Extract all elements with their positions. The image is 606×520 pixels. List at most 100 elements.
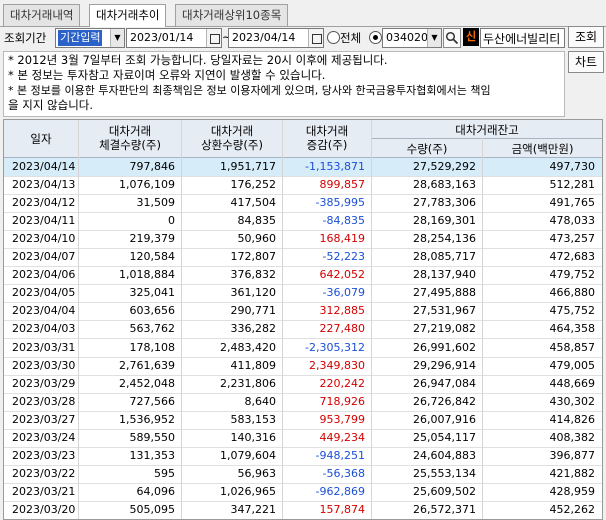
cell-change: -84,835 xyxy=(322,214,365,228)
chart-button[interactable]: 차트 xyxy=(568,51,604,73)
cell-executed: 727,566 xyxy=(129,394,176,408)
col-header-change: 대차거래 증감(주) xyxy=(283,124,371,152)
table-row[interactable]: 2023/04/07 120,584 172,807 -52,223 28,085,71… xyxy=(4,248,602,268)
cell-executed: 219,379 xyxy=(129,232,176,246)
table-row[interactable]: 2023/03/29 2,452,048 2,231,806 220,242 26,94… xyxy=(4,375,602,394)
stock-code-value: 034020 xyxy=(386,31,428,44)
cell-balance-qty: 24,604,883 xyxy=(413,448,476,462)
radio-all-label: 전체 xyxy=(340,31,362,45)
cell-change: 220,242 xyxy=(319,376,366,390)
col-divider xyxy=(181,120,182,519)
cell-balance-qty: 27,531,967 xyxy=(413,304,476,318)
chevron-down-icon[interactable]: ▼ xyxy=(427,29,441,47)
date-to-value: 2023/04/14 xyxy=(232,31,296,44)
table-row[interactable]: 2023/03/22 595 56,963 -56,368 25,553,134 421,… xyxy=(4,465,602,484)
table-row[interactable]: 2023/04/11 0 84,835 -84,835 28,169,301 478,03… xyxy=(4,212,602,232)
table-row[interactable]: 2023/03/27 1,536,952 583,153 953,799 26,007,… xyxy=(4,411,602,430)
cell-change: 157,874 xyxy=(319,502,366,516)
col-header-repaid-line1: 대차거래 xyxy=(210,124,254,138)
table-row[interactable]: 2023/03/31 178,108 2,483,420 -2,305,312 26,9… xyxy=(4,339,602,358)
cell-date: 2023/03/29 xyxy=(12,376,76,390)
cell-repaid: 336,282 xyxy=(230,322,277,336)
radio-stock[interactable] xyxy=(369,31,382,44)
table-row[interactable]: 2023/03/28 727,566 8,640 718,926 26,726,842 4… xyxy=(4,393,602,412)
table-row[interactable]: 2023/03/30 2,761,639 411,809 2,349,830 29,29… xyxy=(4,357,602,376)
col-header-date: 일자 xyxy=(30,132,52,146)
table-row[interactable]: 2023/03/24 589,550 140,316 449,234 25,054,11… xyxy=(4,429,602,448)
cell-balance-qty: 26,572,371 xyxy=(413,502,476,516)
table-row[interactable]: 2023/04/13 1,076,109 176,252 899,857 28,683,… xyxy=(4,176,602,196)
cell-executed: 325,041 xyxy=(129,286,176,300)
cell-repaid: 411,809 xyxy=(230,358,277,372)
col-header-change-line1: 대차거래 xyxy=(305,124,349,138)
cell-balance-qty: 28,085,717 xyxy=(413,250,476,264)
radio-all[interactable] xyxy=(327,31,340,44)
table-row[interactable]: 2023/03/21 64,096 1,026,965 -962,869 25,609,… xyxy=(4,483,602,502)
cell-change: 2,349,830 xyxy=(309,358,365,372)
cell-balance-qty: 29,296,914 xyxy=(413,358,476,372)
cell-date: 2023/03/23 xyxy=(12,448,76,462)
cell-balance-qty: 28,683,163 xyxy=(413,178,476,192)
date-to-field[interactable]: 2023/04/14 xyxy=(228,28,324,48)
cell-executed: 1,018,884 xyxy=(119,268,175,282)
cell-executed: 64,096 xyxy=(136,484,176,498)
table-row[interactable]: 2023/04/12 31,509 417,504 -385,995 27,783,30… xyxy=(4,194,602,214)
cell-executed: 563,762 xyxy=(129,322,176,336)
cell-date: 2023/04/03 xyxy=(12,322,76,336)
table-row[interactable]: 2023/04/10 219,379 50,960 168,419 28,254,136… xyxy=(4,230,602,250)
cell-change: -1,153,871 xyxy=(305,160,365,173)
cell-date: 2023/03/28 xyxy=(12,394,76,408)
table-header: 일자 대차거래 체결수량(주) 대차거래 상환수량(주) 대차거래 증감(주) … xyxy=(4,120,602,158)
search-button[interactable]: 조회 xyxy=(568,26,604,48)
cell-change: -948,251 xyxy=(315,448,365,462)
cell-repaid: 347,221 xyxy=(230,502,277,516)
cell-change: -2,305,312 xyxy=(305,340,365,354)
cell-date: 2023/03/31 xyxy=(12,340,76,354)
date-from-field[interactable]: 2023/01/14 xyxy=(126,28,222,48)
table-row[interactable]: 2023/03/20 505,095 347,221 157,874 26,572,37… xyxy=(4,501,602,519)
col-header-executed: 대차거래 체결수량(주) xyxy=(79,124,181,152)
col-divider xyxy=(482,138,483,519)
period-mode-select[interactable]: 기간입력 ▼ xyxy=(55,28,125,48)
cell-balance-amt: 479,752 xyxy=(549,268,596,282)
col-header-change-line2: 증감(주) xyxy=(306,138,348,152)
tab-lending-top10[interactable]: 대차거래상위10종목 xyxy=(175,4,289,26)
stock-code-select[interactable]: 034020 ▼ xyxy=(382,28,442,48)
table-row[interactable]: 2023/04/05 325,041 361,120 -36,079 27,495,88… xyxy=(4,284,602,304)
table-row[interactable]: 2023/04/04 603,656 290,771 312,885 27,531,96… xyxy=(4,302,602,322)
col-header-executed-line1: 대차거래 xyxy=(108,124,152,138)
cell-repaid: 1,951,717 xyxy=(220,160,276,173)
cell-balance-qty: 25,553,134 xyxy=(413,466,476,480)
cell-balance-amt: 479,005 xyxy=(549,358,596,372)
cell-change: -56,368 xyxy=(322,466,365,480)
period-label: 조회기간 xyxy=(4,31,47,45)
table-row[interactable]: 2023/04/03 563,762 336,282 227,480 27,219,08… xyxy=(4,320,602,340)
stock-search-button[interactable] xyxy=(443,28,461,48)
cell-change: 168,419 xyxy=(319,232,366,246)
cell-balance-qty: 26,007,916 xyxy=(413,412,476,426)
stock-name-field[interactable]: 두산에너빌리티 xyxy=(480,28,565,48)
cell-change: -52,223 xyxy=(322,250,365,264)
table-row[interactable]: 2023/03/23 131,353 1,079,604 -948,251 24,604… xyxy=(4,447,602,466)
notice-line: * 본 정보를 이용한 투자판단의 최종책임은 정보 이용자에게 있으며, 당사… xyxy=(8,84,491,97)
tab-lending-history[interactable]: 대차거래내역 xyxy=(3,4,81,26)
cell-balance-amt: 428,959 xyxy=(549,484,596,498)
chevron-down-icon[interactable]: ▼ xyxy=(110,29,124,47)
table-row[interactable]: 2023/04/14 797,846 1,951,717 -1,153,871 27,5… xyxy=(4,158,602,177)
cell-balance-amt: 464,358 xyxy=(549,322,596,336)
cell-balance-amt: 408,382 xyxy=(549,430,596,444)
tab-lending-trend[interactable]: 대차거래추이 xyxy=(89,4,167,27)
calendar-icon[interactable] xyxy=(206,29,221,47)
cell-balance-amt: 472,683 xyxy=(549,250,596,264)
calendar-icon[interactable] xyxy=(308,29,323,47)
header-divider xyxy=(372,138,602,139)
cell-balance-qty: 26,947,084 xyxy=(413,376,476,390)
stock-type-badge: 신 xyxy=(463,28,479,46)
cell-executed: 178,108 xyxy=(129,340,176,354)
cell-repaid: 8,640 xyxy=(244,394,277,408)
cell-executed: 797,846 xyxy=(129,160,176,173)
table-row[interactable]: 2023/04/06 1,018,884 376,832 642,052 28,137,… xyxy=(4,266,602,286)
cell-executed: 1,076,109 xyxy=(119,178,175,192)
cell-change: 953,799 xyxy=(319,412,366,426)
cell-executed: 31,509 xyxy=(136,196,176,210)
